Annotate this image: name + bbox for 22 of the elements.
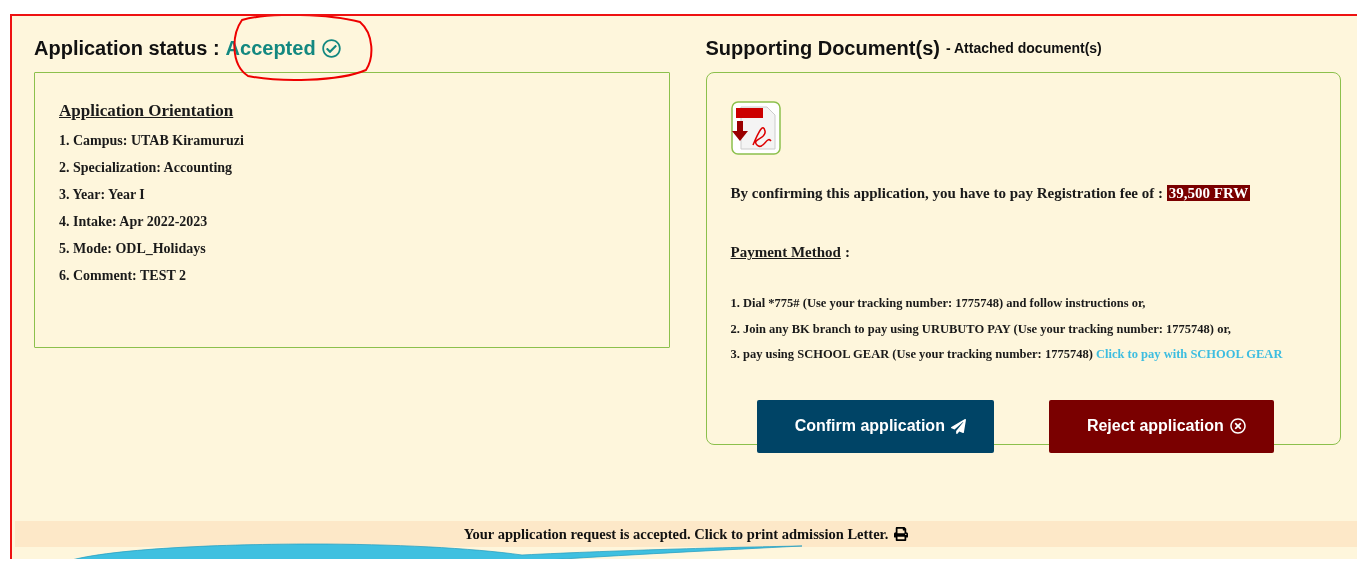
orientation-item: 2. Specialization: Accounting (59, 159, 234, 177)
payment-method-item: 2. Join any BK branch to pay using URUBUTO PAY (Use your tracking number: 1775748) or, (730, 320, 1232, 338)
orientation-item: 1. Campus: UTAB Kiramuruzi (59, 132, 245, 150)
documents-subtitle: - Attached document(s) (945, 40, 1102, 56)
payment-method-colon: : (844, 244, 850, 261)
reject-button[interactable]: Reject application (1048, 399, 1274, 453)
printer-icon[interactable] (894, 527, 909, 541)
status-label: Application status : (34, 36, 220, 60)
paper-plane-icon (950, 418, 966, 434)
orientation-item: 4. Intake: Apr 2022-2023 (59, 213, 209, 231)
payment-method-item: 1. Dial *775# (Use your tracking number: 1775748) and follow instructions or, (730, 295, 1147, 312)
orientation-item: 5. Mode: ODL_Holidays (59, 240, 207, 258)
orientation-item: 6. Comment: TEST 2 (59, 267, 188, 285)
registration-fee-text: By confirming this application, you have to pay Registration fee of : 39,500 FRW (730, 185, 1252, 202)
payment-method-item: 3. pay using SCHOOL GEAR (Use your tracking number: 1775748) Click to pay with SCHOOL GEAR (730, 346, 1284, 363)
footer-text[interactable]: Your application request is accepted. Click to print admission Letter. (463, 525, 889, 543)
payment-method-title: Payment Method (730, 244, 841, 261)
orientation-title: Application Orientation (59, 101, 235, 121)
pdf-file-icon[interactable] (730, 101, 781, 155)
confirm-button[interactable]: Confirm application (756, 399, 994, 453)
documents-title: Supporting Document(s) (705, 36, 940, 60)
orientation-item: 3. Year: Year I (59, 186, 146, 204)
